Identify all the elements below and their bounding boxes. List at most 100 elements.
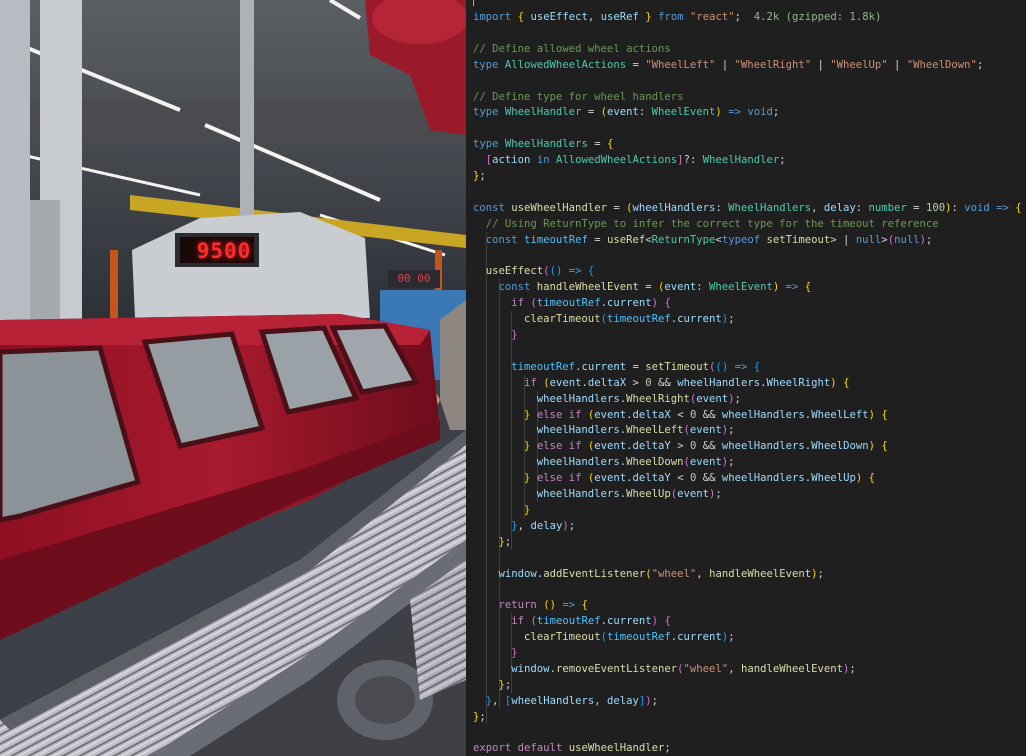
code-token: addEventListener [543,567,646,580]
code-token: } [524,503,531,516]
code-line: import { useEffect, useRef } from "react… [473,9,881,25]
code-token: delay [607,694,639,707]
code-token: wheelHandlers [536,392,620,405]
code-token: action [492,154,531,167]
code-token: && [696,408,722,421]
code-token: ReturnType [651,233,716,246]
code-line: }, [wheelHandlers, delay]); [473,693,658,709]
code-token: wheelHandlers [536,424,620,437]
code-token: wheelHandlers [632,201,716,214]
code-token: timeoutRef [536,297,601,310]
code-token: type [473,58,499,71]
code-token: deltaX [587,376,627,389]
code-token: , [594,694,607,707]
code-token: handleWheelEvent [709,567,812,580]
code-token: event [689,456,722,469]
code-token: => [568,265,582,278]
code-token: removeEventListener [555,662,678,675]
import-cost-hint: 4.2k (gzipped: 1.8k) [741,11,882,23]
code-editor[interactable]: import { useEffect, useRef } from "react… [466,0,1026,756]
code-token: , [517,519,531,532]
code-token: deltaY [632,472,671,485]
code-token: typeof [721,233,761,246]
code-token: => [562,599,576,612]
photo-illustration [0,0,466,756]
code-token: = [581,106,601,119]
code-line: clearTimeout(timeoutRef.current); [473,629,735,645]
code-token: event [549,376,582,389]
code-token: = [587,138,607,151]
code-token: ; [734,392,741,405]
code-line: useEffect(() => { [473,263,595,279]
code-token: = [626,58,646,71]
code-token: = [638,281,658,294]
code-token: { [581,599,588,612]
text-cursor [473,0,474,6]
code-token: ; [504,678,512,691]
code-line: wheelHandlers.WheelRight(event); [473,391,741,407]
code-token: handleWheelEvent [536,281,639,294]
code-token: useWheelHandler [511,201,607,214]
code-token: = [587,233,607,246]
code-token: ; [976,58,984,71]
factory-conveyor-photo: 9500 00 00 [0,0,466,756]
code-token: useRef [600,11,639,23]
code-token: window [498,567,537,580]
code-token: setTimeout [645,360,710,373]
code-line: return () => { [473,597,588,613]
code-token: WheelLeft [811,408,869,421]
code-token: > [670,440,690,453]
code-token: ; [849,662,856,675]
code-line: window.addEventListener("wheel", handleW… [473,566,824,582]
code-token: => [728,106,741,119]
code-token: WheelUp [626,488,671,500]
code-token: current [677,631,722,644]
code-token: event [594,440,627,453]
code-token: WheelHandler [504,106,582,119]
code-token: => [996,201,1009,214]
code-token: ; [664,742,671,755]
code-token: : [951,201,965,214]
code-token: ; [479,170,486,182]
code-line: if (event.deltaX > 0 && wheelHandlers.Wh… [473,375,849,391]
code-token: ; [728,456,735,469]
code-line: [action in AllowedWheelActions]?: WheelH… [473,152,786,168]
code-token: "wheel" [683,662,729,675]
code-token: ; [568,519,576,532]
code-token: ; [772,106,780,119]
code-token: wheelHandlers [721,472,805,485]
code-token: ; [504,535,512,548]
code-token: } [511,647,518,659]
code-token: clearTimeout [524,313,601,326]
code-token: = [906,201,926,214]
code-token: type [473,138,499,151]
code-token: { [881,440,888,453]
code-token: > | [830,233,856,246]
code-token: "WheelDown" [906,58,977,71]
code-token: event [664,281,697,294]
code-token: , [696,567,710,580]
code-token: 100 [925,201,946,214]
code-token: useEffect [485,265,544,278]
code-token: useRef [606,233,646,246]
code-line: clearTimeout(timeoutRef.current); [473,311,735,327]
code-token: : [638,106,652,119]
code-token: && [651,376,678,389]
code-token: "react" [689,11,735,23]
code-token: setTimeout [766,233,831,246]
code-token: , [728,662,741,675]
code-line: // Define allowed wheel actions [473,41,671,57]
code-token: else [536,440,563,453]
code-line: } else if (event.deltaX < 0 && wheelHand… [473,407,888,423]
